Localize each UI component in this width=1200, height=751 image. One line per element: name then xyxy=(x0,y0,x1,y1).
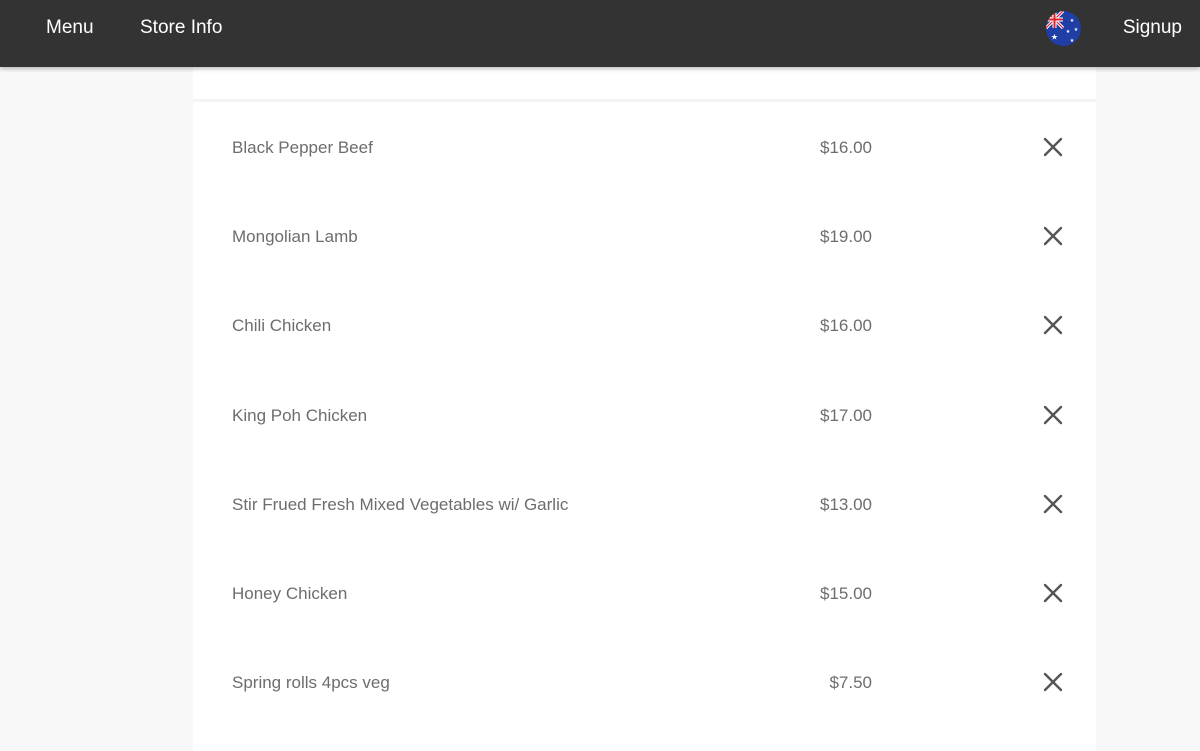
cart-item-name: Mongolian Lamb xyxy=(232,227,358,247)
cart-item-list: Black Pepper Beef $16.00 Mongolian Lamb … xyxy=(193,104,1096,728)
remove-item-button[interactable] xyxy=(1042,225,1064,247)
close-icon xyxy=(1043,583,1063,603)
cart-panel: Black Pepper Beef $16.00 Mongolian Lamb … xyxy=(193,67,1096,751)
australia-flag-icon[interactable]: ★ ★ ★ ★ ★ xyxy=(1046,11,1081,46)
cart-item-price: $16.00 xyxy=(820,138,872,157)
cart-item-price: $13.00 xyxy=(820,494,872,514)
nav-store-info-link[interactable]: Store Info xyxy=(140,16,222,40)
cart-item-name: Honey Chicken xyxy=(232,583,348,603)
remove-item-button[interactable] xyxy=(1042,582,1064,604)
remove-item-button[interactable] xyxy=(1042,314,1064,336)
close-icon xyxy=(1043,672,1063,692)
svg-text:★: ★ xyxy=(1066,29,1071,35)
cart-item-name: Black Pepper Beef xyxy=(232,138,373,157)
remove-item-button[interactable] xyxy=(1042,136,1064,158)
remove-item-button[interactable] xyxy=(1042,493,1064,515)
cart-item-row: King Poh Chicken $17.00 xyxy=(193,372,1096,461)
cart-item-row: Honey Chicken $15.00 xyxy=(193,550,1096,639)
cart-item-name: King Poh Chicken xyxy=(232,405,368,425)
close-icon xyxy=(1043,405,1063,424)
cart-item-name: Stir Frued Fresh Mixed Vegetables wi/ Ga… xyxy=(232,494,569,514)
svg-text:★: ★ xyxy=(1051,33,1058,42)
cart-item-row: Chili Chicken $16.00 xyxy=(193,282,1096,371)
cart-item-price: $7.50 xyxy=(829,673,872,693)
nav-signup-link[interactable]: Signup xyxy=(1123,16,1182,40)
cart-item-name: Spring rolls 4pcs veg xyxy=(232,673,390,693)
close-icon xyxy=(1043,316,1063,335)
svg-text:★: ★ xyxy=(1074,27,1079,33)
cart-item-price: $15.00 xyxy=(820,583,872,603)
close-icon xyxy=(1043,137,1063,157)
cart-panel-header xyxy=(193,67,1096,102)
cart-item-name: Chili Chicken xyxy=(232,316,332,336)
cart-item-row: Black Pepper Beef $16.00 xyxy=(193,104,1096,193)
cart-item-row: Stir Frued Fresh Mixed Vegetables wi/ Ga… xyxy=(193,461,1096,550)
close-icon xyxy=(1043,494,1063,513)
cart-item-price: $19.00 xyxy=(820,227,872,247)
top-navbar: Menu Store Info ★ ★ ★ ★ ★ Signup xyxy=(0,0,1200,67)
cart-item-price: $17.00 xyxy=(820,405,872,425)
svg-text:★: ★ xyxy=(1070,38,1075,44)
close-icon xyxy=(1043,226,1063,246)
cart-item-row: Spring rolls 4pcs veg $7.50 xyxy=(193,639,1096,728)
remove-item-button[interactable] xyxy=(1042,671,1064,693)
remove-item-button[interactable] xyxy=(1042,404,1064,426)
cart-item-price: $16.00 xyxy=(820,316,872,336)
svg-text:★: ★ xyxy=(1070,18,1075,24)
cart-item-row: Mongolian Lamb $19.00 xyxy=(193,193,1096,282)
nav-menu-link[interactable]: Menu xyxy=(46,16,94,40)
